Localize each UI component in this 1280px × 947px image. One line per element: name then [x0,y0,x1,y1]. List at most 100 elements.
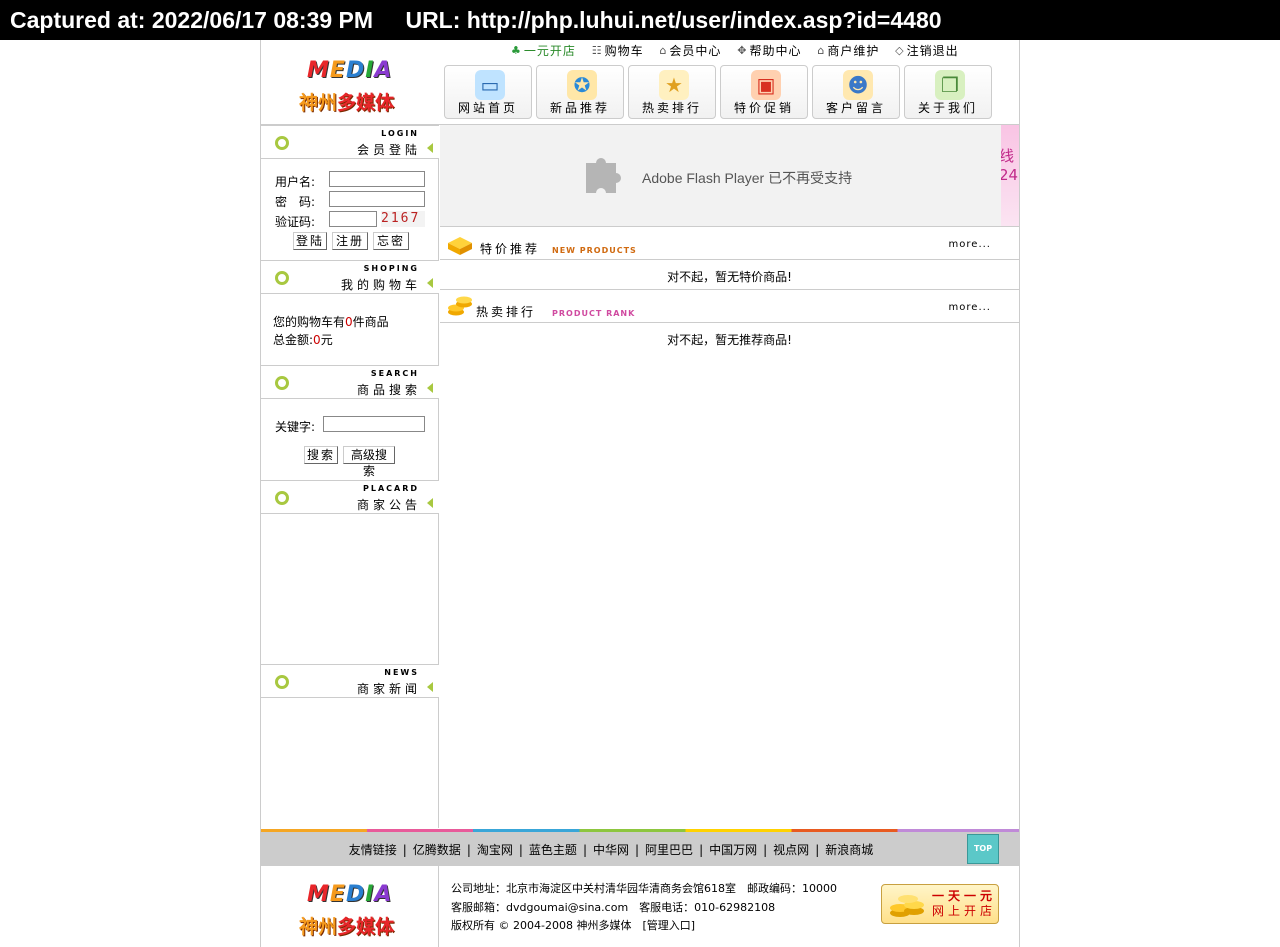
search-button[interactable]: 搜索 [304,446,338,464]
login-button[interactable]: 登陆 [293,232,327,250]
open-store-badge[interactable]: 一天一元 网上开店 [881,884,999,924]
logo-letter: A [374,882,393,907]
link-separator: | [815,843,820,857]
special-section-header: 特价推荐 NEW PRODUCTS more... [440,227,1019,260]
cart-count-line: 您的购物车有0件商品 [273,315,389,329]
home-icon: ⌂ [659,44,668,57]
password-input[interactable] [329,191,425,207]
gift-icon: ▣ [751,70,781,100]
top-link-open-store[interactable]: ♣ 一元开店 [511,42,576,59]
logo-letter: I [365,58,375,83]
main-nav: ▭ 网站首页 ✪ 新品推荐 ★ 热卖排行 ▣ 特价促销 ☻ 客户留言 ❐ 关于我… [444,65,1018,121]
cart-count: 0 [345,315,353,329]
star-box-icon: ★ [659,70,689,100]
arrow-left-icon [427,682,433,692]
logo-cn-char: 多 [337,92,357,114]
logo-word: MEDIA [307,58,392,83]
login-section-header: LOGIN 会员登陆 [261,125,439,159]
footer-links-bar: 友情链接 | 亿腾数据 | 淘宝网 | 蓝色主题 | 中华网 | 阿里巴巴 | 中国万网 | 视点网 | 新浪商… [261,829,1019,866]
logo-cn-char: 神 [299,92,319,114]
password-label: 密 码: [275,195,316,209]
nav-new-products[interactable]: ✪ 新品推荐 [536,65,624,119]
cart-amount: 0 [313,333,321,347]
hot-empty-notice: 对不起，暂无推荐商品! [667,333,792,347]
top-link-merchant[interactable]: ⌂ 商户维护 [817,42,879,59]
hot-section-header: 热卖排行 PRODUCT RANK more... [440,290,1019,323]
logo-cn-char: 媒 [356,916,376,938]
nav-about[interactable]: ❐ 关于我们 [904,65,992,119]
keyword-input[interactable] [323,416,425,432]
forgot-password-button[interactable]: 忘密 [373,232,409,250]
arrow-left-icon [427,143,433,153]
top-link-help[interactable]: ✥ 帮助中心 [737,42,801,59]
logo-letter: M [307,882,330,907]
top-links: ♣ 一元开店 ☷ 购物车 ⌂ 会员中心 ✥ 帮助中心 ⌂ 商户维护 ◇ 注销退出 [511,42,971,60]
help-icon: ✥ [737,44,748,57]
arrow-left-icon [427,278,433,288]
documents-icon: ❐ [935,70,965,100]
link-separator: | [582,843,587,857]
cart-section-header: SHOPING 我的购物车 [261,260,439,294]
footer: MEDIA 神州多媒体 公司地址：北京市海淀区中关村清华园华清商务会馆618室 … [261,866,1019,947]
friend-link[interactable]: 蓝色主题 [529,843,577,857]
logout-icon: ◇ [895,44,905,57]
link-separator: | [518,843,523,857]
friend-links: 友情链接 | 亿腾数据 | 淘宝网 | 蓝色主题 | 中华网 | 阿里巴巴 | 中国万网 | 视点网 | 新浪商… [261,841,961,858]
gift-box-icon [448,237,472,255]
back-to-top-button[interactable]: TOP [967,834,999,864]
top-link-logout[interactable]: ◇ 注销退出 [895,42,958,59]
friend-link[interactable]: 视点网 [773,843,809,857]
arrow-left-icon [427,498,433,508]
logo-cn-char: 体 [375,916,395,938]
cart-icon: ☷ [591,44,603,57]
ring-icon [275,271,289,285]
friend-link[interactable]: 中国万网 [709,843,757,857]
ring-icon [275,491,289,505]
footer-divider [438,866,439,947]
nav-home[interactable]: ▭ 网站首页 [444,65,532,119]
flash-message: Adobe Flash Player 已不再受支持 [642,170,853,186]
nav-hot-rank[interactable]: ★ 热卖排行 [628,65,716,119]
news-section-header: NEWS 商家新闻 [261,664,439,698]
nav-special[interactable]: ▣ 特价促销 [720,65,808,119]
friend-link[interactable]: 阿里巴巴 [645,843,693,857]
username-input[interactable] [329,171,425,187]
friend-link[interactable]: 新浪商城 [825,843,873,857]
logo-cn: 神州多媒体 [299,88,394,115]
nav-guestbook[interactable]: ☻ 客户留言 [812,65,900,119]
logo-cn-char: 多 [337,916,357,938]
logo-cn-char: 媒 [356,92,376,114]
link-separator: | [635,843,640,857]
keyword-label: 关键字: [275,420,316,434]
footer-logo[interactable]: MEDIA 神州多媒体 [297,878,407,938]
friend-link[interactable]: 中华网 [593,843,629,857]
sidebar: LOGIN 会员登陆 用户名: 密 码: 验证码: 2167 登陆 注册 忘密 … [261,125,439,828]
logo-letter: E [329,58,346,83]
register-button[interactable]: 注册 [332,232,368,250]
captcha-label: 验证码: [275,215,316,229]
friend-link[interactable]: 亿腾数据 [413,843,461,857]
friend-link[interactable]: 淘宝网 [477,843,513,857]
logo-letter: E [329,882,346,907]
home-icon: ⌂ [817,44,826,57]
captcha-input[interactable] [329,211,377,227]
captcha-image[interactable]: 2167 [381,211,425,227]
flash-banner[interactable]: Adobe Flash Player 已不再受支持 线24 [440,125,1019,227]
logo-letter: I [365,882,375,907]
hot-more-link[interactable]: more... [949,302,991,313]
footer-address: 公司地址：北京市海淀区中关村清华园华清商务会馆618室 邮政编码：10000 [451,882,837,895]
special-more-link[interactable]: more... [949,239,991,250]
ring-icon [275,136,289,150]
computer-icon: ▭ [475,70,505,100]
top-link-cart[interactable]: ☷ 购物车 [592,42,644,59]
logo-letter: A [374,58,393,83]
top-link-member[interactable]: ⌂ 会员中心 [659,42,721,59]
footer-copyright[interactable]: 版权所有 © 2004-2008 神州多媒体 [管理入口] [451,917,695,933]
store-icon: ♣ [511,44,522,57]
site-logo[interactable]: MEDIA 神州多媒体 [297,54,407,114]
link-separator: | [466,843,471,857]
advanced-search-button[interactable]: 高级搜索 [343,446,395,478]
coins-icon [890,895,924,917]
link-separator: | [763,843,768,857]
award-gift-icon: ✪ [567,70,597,100]
